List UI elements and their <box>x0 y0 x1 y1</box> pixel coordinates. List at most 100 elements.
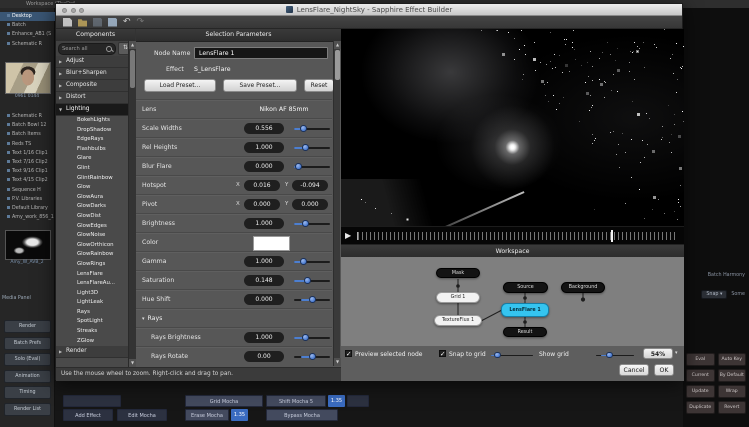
hue-shift-value[interactable]: 0.000 <box>244 294 284 305</box>
component-item[interactable]: GlowRings <box>56 260 129 270</box>
tree-item[interactable]: Reds TS <box>0 140 55 149</box>
zoom-slider[interactable] <box>596 350 634 361</box>
timeline-clip[interactable]: Add Effect <box>63 409 113 421</box>
component-item[interactable]: GlowDist <box>56 212 129 222</box>
pivot-y-value[interactable]: 0.000 <box>292 199 328 210</box>
component-item[interactable]: ZGlow <box>56 337 129 347</box>
tree-item[interactable]: Batch Items <box>0 130 55 139</box>
open-folder-icon[interactable] <box>78 18 87 27</box>
component-category[interactable]: Composite <box>56 80 129 92</box>
side-button[interactable]: Duplicate <box>686 401 715 414</box>
component-item[interactable]: GlowDarks <box>56 202 129 212</box>
node-textureflux[interactable]: TextureFlux 1 <box>434 315 482 326</box>
save-as-icon[interactable] <box>108 18 117 27</box>
node-mask[interactable]: Mask <box>436 268 480 278</box>
blur-flare-slider[interactable] <box>294 161 330 172</box>
project-thumbnail-clip[interactable] <box>5 230 51 260</box>
rel-heights-value[interactable]: 1.000 <box>244 142 284 153</box>
side-button[interactable]: Update <box>686 385 715 398</box>
side-button[interactable]: By Default <box>718 369 747 382</box>
tree-item[interactable]: Text 4/15 Clip2 <box>0 176 55 185</box>
component-item[interactable]: SpotLight <box>56 317 129 327</box>
tree-item[interactable]: Schematic R <box>0 40 55 49</box>
tree-item[interactable]: Batch Bowl 12 <box>0 121 55 130</box>
new-document-icon[interactable] <box>63 18 72 27</box>
component-item[interactable]: Glow <box>56 183 129 193</box>
tree-item[interactable]: Desktop <box>0 12 55 21</box>
component-item[interactable]: Glare <box>56 154 129 164</box>
component-item[interactable]: Light3D <box>56 289 129 299</box>
side-button[interactable]: Wrap <box>718 385 747 398</box>
save-preset-button[interactable]: Save Preset... <box>223 79 297 92</box>
component-item[interactable]: BokehLights <box>56 116 129 126</box>
timeline-scrubber[interactable] <box>357 232 678 240</box>
scroll-down-icon[interactable]: ▼ <box>334 358 341 366</box>
tree-item[interactable]: Text 1/16 Clip1 <box>0 149 55 158</box>
side-button[interactable]: Revert <box>718 401 747 414</box>
component-item[interactable]: GlowEdges <box>56 222 129 232</box>
param-section-rays[interactable]: Rays <box>136 308 332 328</box>
component-item[interactable]: GlowRainbow <box>56 250 129 260</box>
rel-heights-slider[interactable] <box>294 142 330 153</box>
component-category[interactable]: Distort <box>56 92 129 104</box>
blur-flare-value[interactable]: 0.000 <box>244 161 284 172</box>
scroll-down-icon[interactable]: ▼ <box>129 359 136 367</box>
scrollbar-thumb[interactable] <box>130 50 135 88</box>
reset-button[interactable]: Reset <box>304 79 334 92</box>
component-category[interactable]: Adjust <box>56 56 129 68</box>
timeline-clip[interactable]: Shift Mocha 5 <box>266 395 326 407</box>
scale-widths-value[interactable]: 0.556 <box>244 123 284 134</box>
panel-button[interactable]: Solo (Eval) <box>4 353 51 366</box>
node-lensflare-selected[interactable]: LensFlare 1 <box>501 303 549 317</box>
tree-item[interactable]: Amy_work_856_1 <box>0 213 55 222</box>
close-window-button[interactable] <box>62 8 67 13</box>
timeline-clip[interactable]: Edit Mocha <box>117 409 167 421</box>
component-item[interactable]: DropShadow <box>56 126 129 136</box>
redo-icon[interactable]: ↷ <box>137 18 145 27</box>
zoom-level-select[interactable]: 54% <box>643 348 673 359</box>
node-grid[interactable]: Grid 1 <box>436 292 480 303</box>
node-name-input[interactable]: LensFlare 1 <box>194 47 328 59</box>
component-item[interactable]: Streaks <box>56 327 129 337</box>
brightness-value[interactable]: 1.000 <box>244 218 284 229</box>
node-background[interactable]: Background <box>561 282 605 293</box>
preview-selected-checkbox[interactable]: ✓ <box>345 350 352 357</box>
hue-shift-slider[interactable] <box>294 294 330 305</box>
save-icon[interactable] <box>93 18 102 27</box>
project-thumbnail-portrait[interactable] <box>5 62 51 94</box>
saturation-value[interactable]: 0.148 <box>244 275 284 286</box>
brightness-slider[interactable] <box>294 218 330 229</box>
component-category-lighting[interactable]: Lighting <box>56 104 129 116</box>
cancel-button[interactable]: Cancel <box>619 364 649 376</box>
side-button[interactable]: Eval <box>686 353 715 366</box>
snap-to-grid-checkbox[interactable]: ✓ <box>439 350 446 357</box>
saturation-slider[interactable] <box>294 275 330 286</box>
side-button[interactable]: Current <box>686 369 715 382</box>
gamma-value[interactable]: 1.000 <box>244 256 284 267</box>
color-swatch[interactable] <box>253 236 290 251</box>
scroll-up-icon[interactable]: ▲ <box>334 41 341 49</box>
rays-brightness-value[interactable]: 1.000 <box>244 332 284 343</box>
node-result[interactable]: Result <box>503 327 547 337</box>
component-category-render[interactable]: Render <box>56 346 129 358</box>
tree-item[interactable]: Default Library <box>0 204 55 213</box>
tree-item[interactable]: Text 9/16 Clip1 <box>0 167 55 176</box>
tree-item[interactable]: Batch <box>0 21 55 30</box>
component-item[interactable]: Rays <box>56 308 129 318</box>
tree-item[interactable]: P.V. Libraries <box>0 195 55 204</box>
hotspot-y-value[interactable]: -0.094 <box>292 180 328 191</box>
ok-button[interactable]: OK <box>654 364 674 376</box>
play-icon[interactable]: ▶ <box>345 231 351 241</box>
component-category[interactable]: Blur+Sharpen <box>56 68 129 80</box>
timeline-clip[interactable]: Grid Mocha <box>185 395 263 407</box>
pivot-x-value[interactable]: 0.000 <box>244 199 280 210</box>
rays-brightness-slider[interactable] <box>294 332 330 343</box>
node-source[interactable]: Source <box>503 282 548 293</box>
playhead[interactable] <box>611 230 613 242</box>
component-item[interactable]: Glint <box>56 164 129 174</box>
preview-viewport[interactable] <box>341 29 684 226</box>
panel-button[interactable]: Render List <box>4 403 51 416</box>
zoom-dropdown-icon[interactable]: ▾ <box>675 350 678 356</box>
search-input[interactable]: Search all <box>58 43 116 55</box>
component-item[interactable]: Flashbulbs <box>56 145 129 155</box>
